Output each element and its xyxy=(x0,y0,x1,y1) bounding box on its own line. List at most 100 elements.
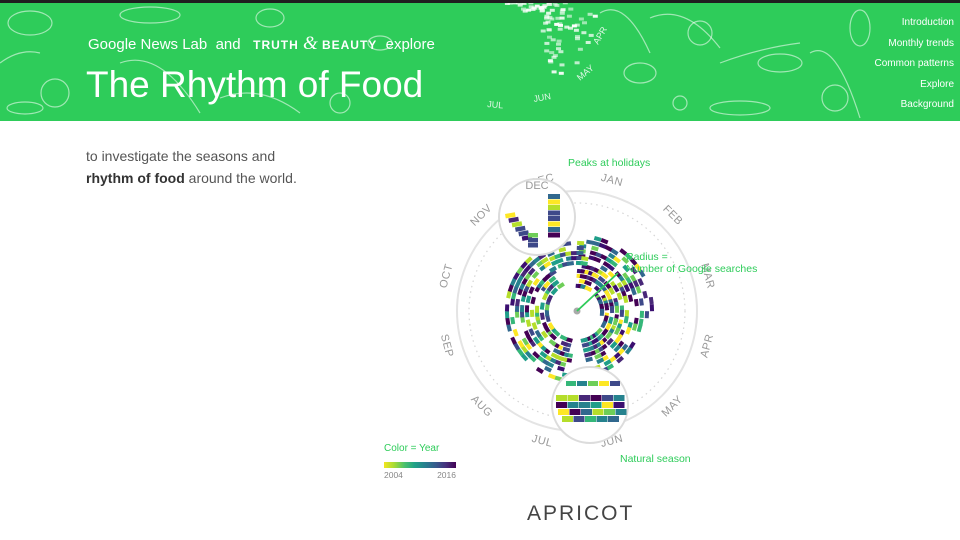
lens-cell xyxy=(592,409,604,415)
lens-cell xyxy=(569,409,581,415)
nav-background[interactable]: Background xyxy=(875,95,954,116)
chart-cell xyxy=(539,302,545,310)
lens-cell xyxy=(613,395,625,401)
legend-end-year: 2016 xyxy=(437,470,456,480)
lens-cell xyxy=(567,395,579,401)
chart-cell xyxy=(504,311,510,319)
chart-cell xyxy=(580,261,588,266)
lens-cell xyxy=(548,227,560,232)
chart-cell xyxy=(535,366,544,374)
chart-cell xyxy=(557,365,565,372)
lens-cell xyxy=(599,381,609,386)
lens-cell xyxy=(558,409,569,415)
lens-cell xyxy=(528,238,538,243)
lens-cell xyxy=(562,416,573,422)
brand-ampersand: & xyxy=(302,33,318,54)
lens-cell xyxy=(602,395,613,401)
legend-gradient xyxy=(384,462,456,468)
nav-explore[interactable]: Explore xyxy=(875,75,954,96)
chart-cell xyxy=(506,324,512,332)
chart-cell xyxy=(515,298,521,307)
month-label: JUL xyxy=(530,433,553,450)
chart-cell xyxy=(642,290,648,299)
chart-cell xyxy=(585,356,593,363)
chart-cell xyxy=(616,292,623,301)
lens-cell xyxy=(590,402,602,408)
chart-cell xyxy=(633,298,639,307)
lens-cell xyxy=(579,402,590,408)
month-label: FEB xyxy=(660,203,685,228)
chart-cell xyxy=(599,308,605,316)
legend-start-year: 2004 xyxy=(384,470,403,480)
brand-truth: TRUTH xyxy=(253,38,299,52)
lens-cell xyxy=(548,194,560,199)
chart-cell xyxy=(506,290,512,299)
month-label: OCT xyxy=(438,263,456,290)
chart-cell xyxy=(531,322,538,330)
chart-cell xyxy=(547,373,556,380)
chart-cell xyxy=(638,298,644,306)
month-label: NOV xyxy=(468,202,495,229)
lens-cell xyxy=(548,216,560,221)
chart-cell xyxy=(625,326,632,335)
chart-cell xyxy=(525,295,532,304)
lens-month-label: DEC xyxy=(525,180,548,192)
lens-cell xyxy=(548,199,560,205)
lens-cell xyxy=(588,381,598,386)
lens-cell xyxy=(528,233,538,238)
radial-chart: JANFEBMARAPRMAYJUNJULAUGSEPOCTNOVDEC DEC xyxy=(438,172,717,451)
legend-label: Color = Year xyxy=(384,443,440,454)
month-label: SEP xyxy=(438,333,456,359)
month-label: AUG xyxy=(468,393,494,419)
chart-cell xyxy=(614,305,620,313)
lens-cell xyxy=(577,381,587,386)
magnifier-lens xyxy=(551,366,629,444)
chart-cell xyxy=(504,304,510,312)
lens-cell xyxy=(573,416,585,422)
annotation-holidays: Peaks at holidays xyxy=(568,157,651,169)
annotation-natural-season: Natural season xyxy=(620,453,691,465)
chart-cell xyxy=(644,311,650,319)
chart-cell xyxy=(512,328,519,337)
chart-cell xyxy=(649,304,655,312)
month-label: MAY xyxy=(660,393,686,419)
lens-cell xyxy=(548,221,560,227)
annotation-radius-1: Radius = xyxy=(626,251,668,263)
lens-cell xyxy=(596,416,608,422)
page-title: The Rhythm of Food xyxy=(86,64,424,105)
chart-cell xyxy=(609,305,615,314)
chart-cell xyxy=(630,287,637,296)
lens-cell xyxy=(581,409,592,415)
lens-cell xyxy=(610,381,620,386)
chart-cell xyxy=(582,347,591,353)
brand-beauty: BEAUTY xyxy=(321,38,378,52)
brand-and: and xyxy=(215,36,241,53)
chart-cell xyxy=(577,240,585,246)
chart-cell xyxy=(519,305,525,313)
chart-cell xyxy=(525,319,532,327)
lens-cell xyxy=(602,402,613,408)
chart-cell xyxy=(590,245,599,252)
chart-cell xyxy=(648,296,654,305)
nav-monthly-trends[interactable]: Monthly trends xyxy=(875,34,954,55)
chart-cell xyxy=(555,257,564,264)
lens-cell xyxy=(604,409,615,415)
chart-cell xyxy=(623,315,629,324)
chart-cell xyxy=(566,261,575,266)
lens-cell xyxy=(613,402,625,408)
chart-cell xyxy=(505,317,511,326)
art-month-label: MAY xyxy=(575,63,596,83)
brand-explore: explore xyxy=(385,36,435,53)
chart-cell xyxy=(576,245,584,251)
nav-introduction[interactable]: Introduction xyxy=(875,13,954,34)
chart-cell xyxy=(627,294,634,303)
chart-cell xyxy=(622,295,629,304)
brand-line: Google News Lab and TRUTH & BEAUTY explo… xyxy=(88,33,435,55)
chart-cell xyxy=(539,312,545,320)
chart-cell xyxy=(604,303,610,311)
chart-cell xyxy=(581,256,589,262)
nav-common-patterns[interactable]: Common patterns xyxy=(875,54,954,75)
chart-cell xyxy=(524,305,530,313)
lens-cell xyxy=(567,402,579,408)
lens-cell xyxy=(579,395,590,401)
